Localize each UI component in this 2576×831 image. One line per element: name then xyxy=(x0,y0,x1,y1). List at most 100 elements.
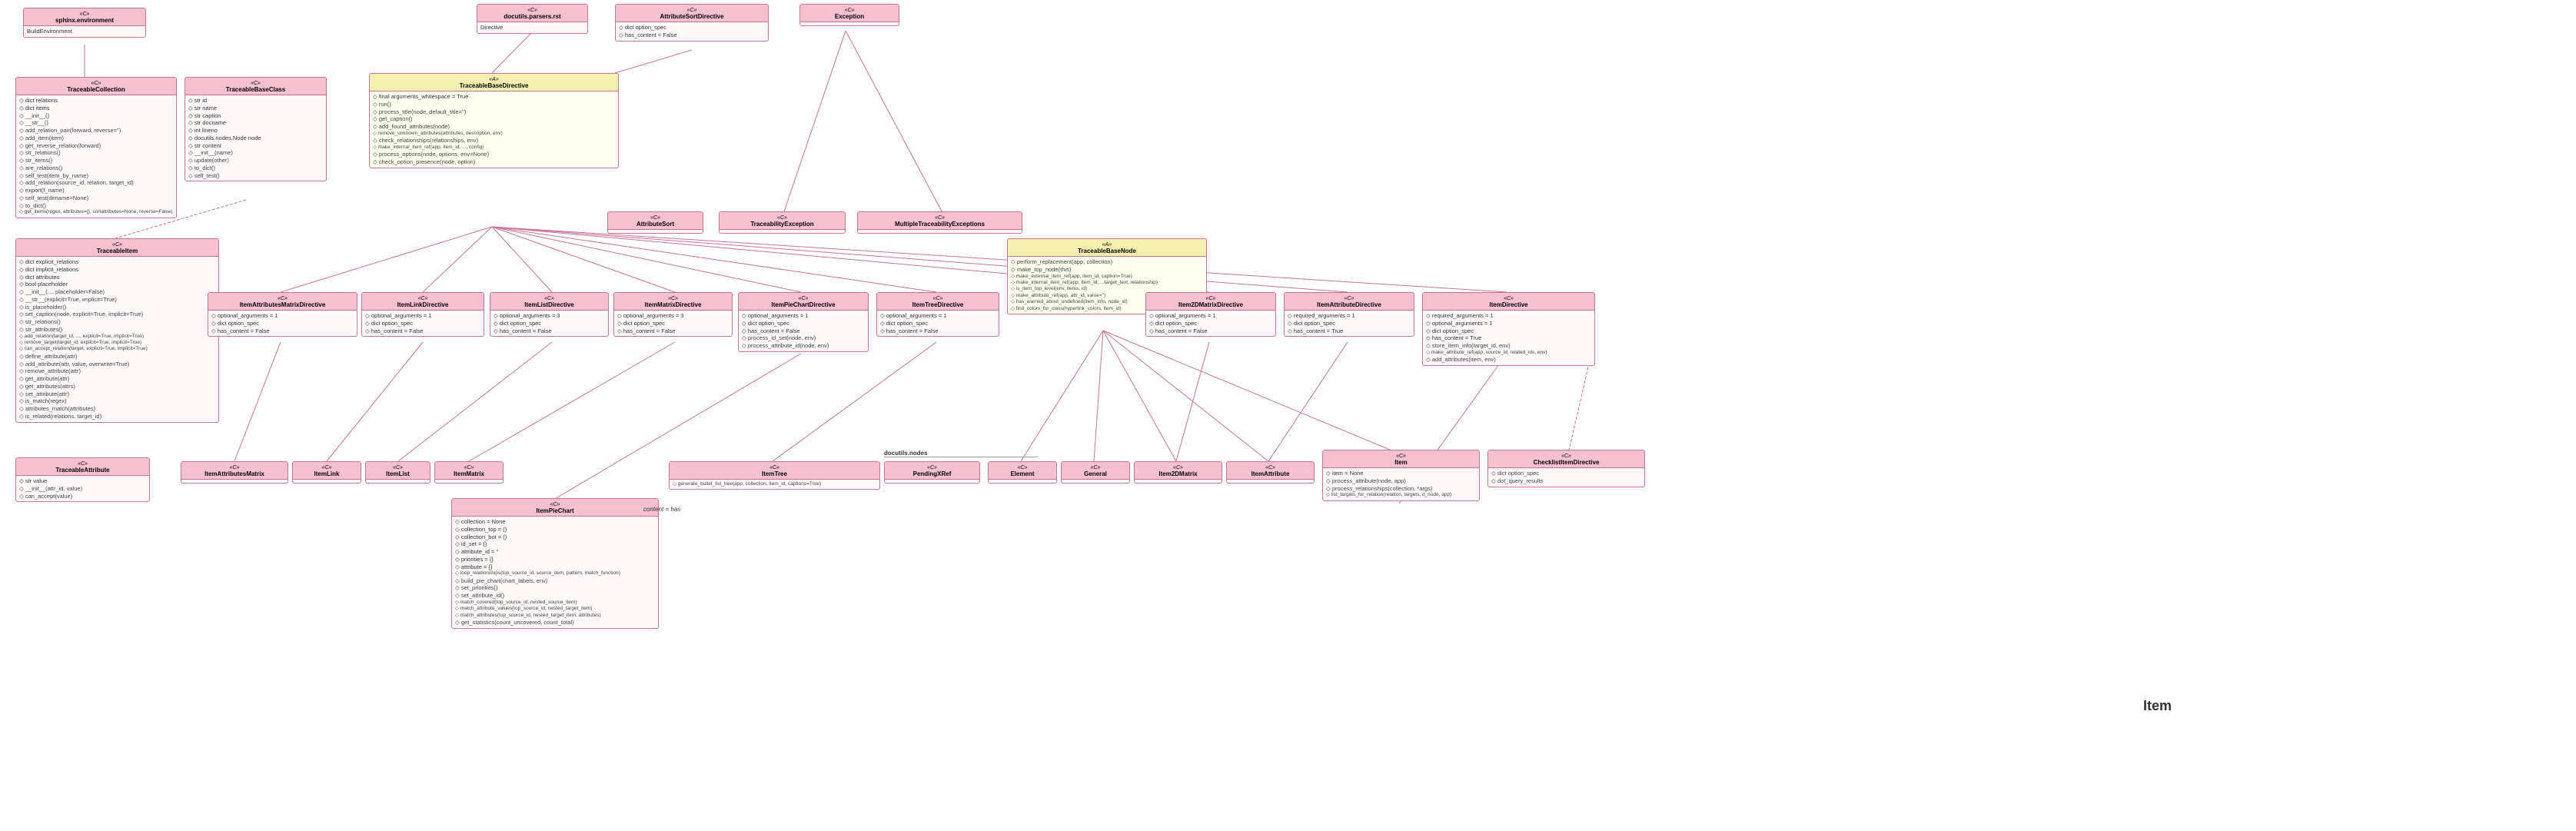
box-header-traceable-collection: «C» TraceableCollection xyxy=(16,78,176,95)
classname-traceable-attribute: TraceableAttribute xyxy=(19,467,146,474)
box-header-item-link-directive: «C» ItemLinkDirective xyxy=(362,293,484,311)
box-docutils-parsers-rst: «C» docutils.parsers.rst Directive xyxy=(477,4,588,34)
diagram-container: «C» sphinx.environment BuildEnvironment … xyxy=(0,0,2576,831)
classname-general: General xyxy=(1065,470,1126,477)
box-body-item-directive: ◇ required_arguments = 1 ◇ optional_argu… xyxy=(1423,311,1594,365)
box-item-link-directive: «C» ItemLinkDirective ◇ optional_argumen… xyxy=(361,292,484,337)
classname-item-link-node: ItemLink xyxy=(296,470,357,477)
box-item-node: «C» Item ◇ item = None ◇ process_attribu… xyxy=(1322,450,1480,501)
box-checklist-item-directive: «C» ChecklistItemDirective ◇ dict option… xyxy=(1487,450,1645,487)
classname-traceable-base-class: TraceableBaseClass xyxy=(188,86,323,93)
box-header-item-attribute: «C» ItemAttribute xyxy=(1227,462,1314,480)
classname-item-2d-matrix-directive: Item2DMatrixDirective xyxy=(1149,301,1272,308)
box-body-pending-xref xyxy=(885,480,979,483)
box-header-item-link-node: «C» ItemLink xyxy=(293,462,361,480)
classname-item-node: Item xyxy=(1326,459,1476,466)
classname-item-attributes-matrix-node: ItemAttributesMatrix xyxy=(184,470,284,477)
classname-item-pie-chart: ItemPieChart xyxy=(455,507,655,514)
docutils-nodes-label: docutils.nodes xyxy=(884,450,1038,457)
box-header-item-matrix-node: «C» ItemMatrix xyxy=(435,462,503,480)
box-item-directive: «C» ItemDirective ◇ required_arguments =… xyxy=(1422,292,1595,366)
box-header-multiple-traceability-exceptions: «C» MultipleTraceabilityExceptions xyxy=(858,212,1022,230)
box-body-sphinx-environment: BuildEnvironment xyxy=(24,26,145,37)
box-body-traceable-base-directive: ◇ final arguments_whitespace = True ◇ ru… xyxy=(370,91,618,168)
classname-traceable-base-node: TraceableBaseNode xyxy=(1011,248,1203,254)
classname-item-attribute: ItemAttribute xyxy=(1230,470,1311,477)
box-item-attribute: «C» ItemAttribute xyxy=(1226,461,1315,484)
box-traceable-attribute: «C» TraceableAttribute ◇ str value ◇ __i… xyxy=(15,457,150,502)
classname-item-pie-chart-directive: ItemPieChartDirective xyxy=(742,301,865,308)
box-header-item-matrix-directive: «C» ItemMatrixDirective xyxy=(614,293,732,311)
box-body-item-matrix-directive: ◇ optional_arguments = 3 ◇ dict option_s… xyxy=(614,311,732,336)
box-body-item-link-directive: ◇ optional_arguments = 1 ◇ dict option_s… xyxy=(362,311,484,336)
classname-item-2d-matrix: Item2DMatrix xyxy=(1138,470,1218,477)
classname-item-directive: ItemDirective xyxy=(1426,301,1591,308)
classname-attribute-sort: AttributeSort xyxy=(611,221,700,228)
box-general: «C» General xyxy=(1061,461,1130,484)
box-body-item-tree: ◇ generate_bullet_list_tree(app, collect… xyxy=(670,480,879,489)
classname-item-list-node: ItemList xyxy=(369,470,427,477)
classname-multiple-traceability-exceptions: MultipleTraceabilityExceptions xyxy=(861,221,1019,228)
box-header-item-attributes-matrix-node: «C» ItemAttributesMatrix xyxy=(181,462,288,480)
box-traceable-base-class: «C» TraceableBaseClass ◇ str id ◇ str na… xyxy=(184,77,327,181)
box-body-item-list-directive: ◇ optional_arguments = 3 ◇ dict option_s… xyxy=(490,311,608,336)
box-traceable-collection: «C» TraceableCollection ◇ dict relations… xyxy=(15,77,177,218)
box-body-item-link-node xyxy=(293,480,361,483)
box-header-attribute-sort-directive: «C» AttributeSortDirective xyxy=(616,5,768,22)
box-item-matrix-directive: «C» ItemMatrixDirective ◇ optional_argum… xyxy=(613,292,733,337)
box-header-traceable-base-class: «C» TraceableBaseClass xyxy=(185,78,326,95)
box-traceable-base-directive: «A» TraceableBaseDirective ◇ final argum… xyxy=(369,73,619,168)
box-item-attribute-directive: «C» ItemAttributeDirective ◇ required_ar… xyxy=(1284,292,1414,337)
box-body-traceable-attribute: ◇ str value ◇ __init__(attr_id, value) ◇… xyxy=(16,476,149,501)
classname-item-tree-directive: ItemTreeDirective xyxy=(880,301,995,308)
box-body-attribute-sort xyxy=(608,230,703,233)
box-sphinx-environment: «C» sphinx.environment BuildEnvironment xyxy=(23,8,146,38)
box-item-matrix-node: «C» ItemMatrix xyxy=(434,461,504,484)
box-item-link-node: «C» ItemLink xyxy=(292,461,361,484)
classname-item-matrix-node: ItemMatrix xyxy=(438,470,500,477)
box-body-item-attribute xyxy=(1227,480,1314,483)
box-body-item-attributes-matrix-directive: ◇ optional_arguments = 1 ◇ dict option_s… xyxy=(208,311,357,336)
box-header-item-node: «C» Item xyxy=(1323,450,1479,468)
box-header-traceable-base-directive: «A» TraceableBaseDirective xyxy=(370,74,618,91)
box-header-traceable-item: «C» TraceableItem xyxy=(16,239,218,257)
box-header-docutils-parsers-rst: «C» docutils.parsers.rst xyxy=(477,5,587,22)
box-body-item-node: ◇ item = None ◇ process_attribute(node, … xyxy=(1323,468,1479,500)
box-body-traceable-collection: ◇ dict relations ◇ dict items ◇ __init__… xyxy=(16,95,176,218)
box-header-attribute-sort: «C» AttributeSort xyxy=(608,212,703,230)
box-multiple-traceability-exceptions: «C» MultipleTraceabilityExceptions xyxy=(857,211,1022,234)
box-header-traceability-exception: «C» TraceabilityException xyxy=(720,212,845,230)
box-header-item-list-node: «C» ItemList xyxy=(366,462,430,480)
classname-item-matrix-directive: ItemMatrixDirective xyxy=(617,301,729,308)
box-header-item-tree: «C» ItemTree xyxy=(670,462,879,480)
box-header-traceable-attribute: «C» TraceableAttribute xyxy=(16,458,149,476)
classname-item-attribute-directive: ItemAttributeDirective xyxy=(1288,301,1411,308)
box-body-item-attribute-directive: ◇ required_arguments = 1 ◇ dict option_s… xyxy=(1285,311,1414,336)
box-header-item-2d-matrix: «C» Item2DMatrix xyxy=(1135,462,1222,480)
classname-traceable-base-directive: TraceableBaseDirective xyxy=(373,82,615,89)
item-detection-label: Item xyxy=(2143,698,2172,714)
box-body-item-attributes-matrix-node xyxy=(181,480,288,483)
box-header-checklist-item-directive: «C» ChecklistItemDirective xyxy=(1488,450,1644,468)
box-body-item-pie-chart-directive: ◇ optional_arguments = 1 ◇ dict option_s… xyxy=(739,311,868,351)
box-item-list-directive: «C» ItemListDirective ◇ optional_argumen… xyxy=(490,292,609,337)
box-body-traceability-exception xyxy=(720,230,845,233)
box-body-item-2d-matrix xyxy=(1135,480,1222,483)
box-header-item-directive: «C» ItemDirective xyxy=(1423,293,1594,311)
attr-build-env: BuildEnvironment xyxy=(27,28,142,35)
box-header-item-pie-chart: «C» ItemPieChart xyxy=(452,499,658,517)
box-exception: «C» Exception xyxy=(799,4,899,26)
box-header-element: «C» Element xyxy=(989,462,1056,480)
classname-checklist-item-directive: ChecklistItemDirective xyxy=(1491,459,1641,466)
box-body-item-pie-chart: ◇ collection = None ◇ collection_top = (… xyxy=(452,517,658,628)
box-body-multiple-traceability-exceptions xyxy=(858,230,1022,233)
box-body-traceable-item: ◇ dict explicit_relations ◇ dict implici… xyxy=(16,257,218,422)
box-item-list-node: «C» ItemList xyxy=(365,461,430,484)
box-attribute-sort-directive: «C» AttributeSortDirective ◇ dict option… xyxy=(615,4,769,42)
box-body-item-2d-matrix-directive: ◇ optional_arguments = 1 ◇ dict option_s… xyxy=(1146,311,1275,336)
classname-item-link-directive: ItemLinkDirective xyxy=(365,301,480,308)
classname-docutils-parsers-rst: docutils.parsers.rst xyxy=(480,13,584,20)
box-traceable-item: «C» TraceableItem ◇ dict explicit_relati… xyxy=(15,238,219,423)
classname-traceable-collection: TraceableCollection xyxy=(19,86,173,93)
box-attribute-sort: «C» AttributeSort xyxy=(607,211,703,234)
